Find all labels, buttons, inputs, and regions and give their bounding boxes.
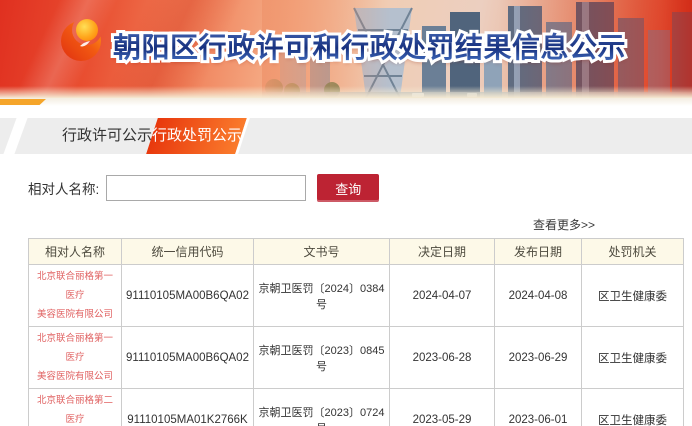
col-header-publish-date: 发布日期: [494, 238, 582, 265]
table-row: 北京联合丽格第二医疗 美容医院有限公司 91110105MA01K2766K 京…: [28, 388, 684, 426]
tab-administrative-penalty[interactable]: 行政处罚公示: [146, 118, 250, 154]
search-bar: 相对人名称: 查询: [28, 174, 692, 202]
credit-code-cell: 91110105MA00B6QA02: [121, 326, 254, 389]
publish-date-cell: 2023-06-01: [494, 388, 582, 426]
party-name-input[interactable]: [106, 175, 307, 201]
col-header-authority: 处罚机关: [581, 238, 684, 265]
accent-strip: [0, 98, 692, 106]
col-header-party-name: 相对人名称: [28, 238, 122, 265]
party-name-line1: 北京联合丽格第二医疗: [36, 395, 113, 425]
credit-code-cell: 91110105MA01K2766K: [121, 388, 254, 426]
authority-cell: 区卫生健康委: [581, 326, 684, 389]
col-header-credit-code: 统一信用代码: [121, 238, 254, 265]
publish-date-cell: 2023-06-29: [494, 326, 582, 389]
party-name-line2: 美容医院有限公司: [36, 371, 113, 382]
authority-cell: 区卫生健康委: [581, 388, 684, 426]
tab-administrative-penalty-label: 行政处罚公示: [152, 127, 243, 144]
view-more-row: 查看更多>>: [28, 216, 683, 234]
party-name-link[interactable]: 北京联合丽格第一医疗 美容医院有限公司: [28, 264, 122, 327]
party-name-link[interactable]: 北京联合丽格第一医疗 美容医院有限公司: [28, 326, 122, 389]
party-name-line1: 北京联合丽格第一医疗: [36, 333, 113, 363]
publish-date-cell: 2024-04-08: [494, 264, 582, 327]
authority-cell: 区卫生健康委: [581, 264, 684, 327]
doc-number-cell: 京朝卫医罚〔2023〕0724号: [253, 388, 390, 426]
tab-administrative-licensing[interactable]: 行政许可公示: [62, 118, 152, 154]
party-name-line2: 美容医院有限公司: [36, 309, 113, 320]
party-name-line1: 北京联合丽格第一医疗: [36, 271, 113, 301]
banner-bottom-fade: [0, 86, 692, 98]
penalty-results-table: 相对人名称 统一信用代码 文书号 决定日期 发布日期 处罚机关 北京联合丽格第一…: [28, 238, 684, 426]
query-button[interactable]: 查询: [317, 174, 380, 202]
col-header-decision-date: 决定日期: [389, 238, 495, 265]
table-row: 北京联合丽格第一医疗 美容医院有限公司 91110105MA00B6QA02 京…: [28, 326, 684, 389]
tabbar-diagonal-notch: [3, 118, 28, 154]
orange-accent-bar: [0, 99, 46, 105]
party-name-label: 相对人名称:: [28, 182, 100, 197]
decision-date-cell: 2023-06-28: [389, 326, 495, 389]
doc-number-cell: 京朝卫医罚〔2024〕0384号: [253, 264, 390, 327]
credit-code-cell: 91110105MA00B6QA02: [121, 264, 254, 327]
tab-bar: 行政许可公示 行政处罚公示: [0, 118, 692, 154]
table-header-row: 相对人名称 统一信用代码 文书号 决定日期 发布日期 处罚机关: [28, 238, 684, 265]
party-name-link[interactable]: 北京联合丽格第二医疗 美容医院有限公司: [28, 388, 122, 426]
decision-date-cell: 2024-04-07: [389, 264, 495, 327]
phoenix-flame-logo-icon: [61, 19, 101, 61]
col-header-doc-number: 文书号: [253, 238, 390, 265]
header-banner: 朝阳区行政许可和行政处罚结果信息公示 朝阳区行政许可和行政处罚结果信息公示: [0, 0, 692, 98]
doc-number-cell: 京朝卫医罚〔2023〕0845号: [253, 326, 390, 389]
table-row: 北京联合丽格第一医疗 美容医院有限公司 91110105MA00B6QA02 京…: [28, 264, 684, 327]
decision-date-cell: 2023-05-29: [389, 388, 495, 426]
page-title-text: 朝阳区行政许可和行政处罚结果信息公示: [113, 26, 626, 66]
view-more-link[interactable]: 查看更多>>: [533, 218, 595, 232]
